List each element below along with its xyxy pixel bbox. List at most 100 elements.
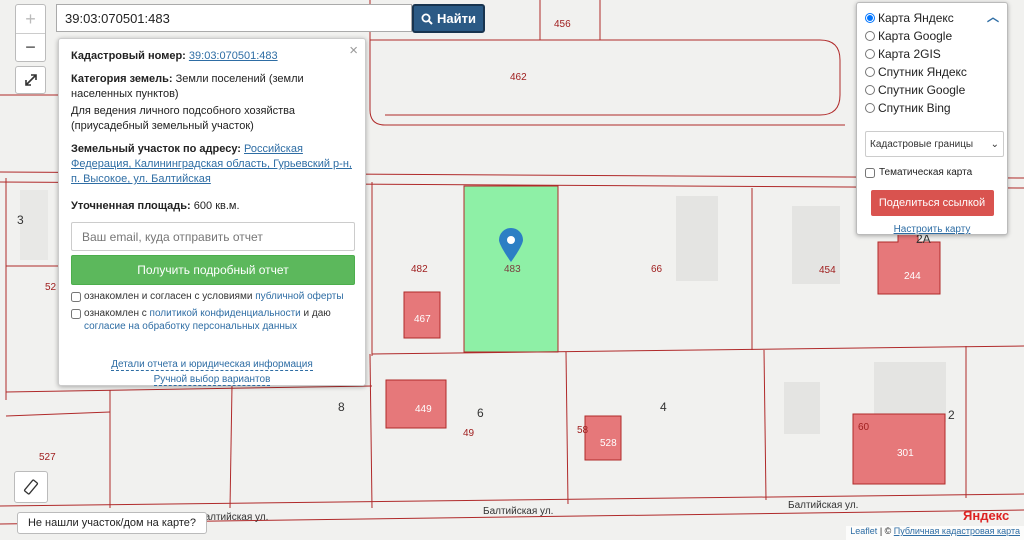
category-row: Категория земель: Земли поселений (земли…	[71, 72, 353, 102]
road-boundary	[370, 39, 841, 116]
area-label: Уточненная площадь:	[71, 200, 191, 212]
parcel-label: 58	[577, 425, 589, 436]
building-gray	[874, 362, 946, 422]
close-icon[interactable]: ×	[349, 43, 358, 58]
zoom-control: + −	[15, 4, 46, 62]
parcel-label: 462	[510, 72, 527, 83]
overlay-select-value: Кадастровые границы	[870, 138, 974, 150]
layer-option-label: Карта Яндекс	[878, 11, 954, 25]
layers-panel: ︿ Карта Яндекс Карта Google Карта 2GIS С…	[856, 2, 1008, 235]
layer-option-yandex-map[interactable]: Карта Яндекс	[865, 9, 999, 27]
privacy-agreement-text: ознакомлен с политикой конфиденциальност…	[84, 308, 331, 332]
parcel-line	[565, 351, 569, 505]
layer-option-google-map[interactable]: Карта Google	[865, 27, 999, 45]
manual-selection-link[interactable]: Ручной выбор вариантов	[153, 374, 271, 386]
building-label: 528	[600, 438, 617, 449]
cadastral-label: Кадастровый номер:	[71, 50, 186, 62]
overlay-select[interactable]: Кадастровые границы ⌄	[865, 131, 1004, 157]
house-number: 2	[948, 408, 955, 422]
usage-value: Для ведения личного подсобного хозяйства…	[71, 105, 295, 132]
layer-option-label: Спутник Google	[878, 83, 966, 97]
area-row: Уточненная площадь: 600 кв.м.	[71, 199, 353, 214]
street-label: Балтийская ул.	[788, 500, 859, 511]
chevron-up-icon[interactable]: ︿	[987, 8, 999, 25]
layer-radio[interactable]	[865, 49, 875, 59]
layer-radio[interactable]	[865, 103, 875, 113]
report-details-link[interactable]: Детали отчета и юридическая информация	[111, 359, 313, 371]
building-label: 467	[414, 314, 431, 325]
search-icon	[421, 13, 433, 25]
parcel-line	[369, 353, 373, 509]
share-link-button[interactable]: Поделиться ссылкой	[870, 190, 994, 216]
layer-option-yandex-satellite[interactable]: Спутник Яндекс	[865, 63, 999, 81]
privacy-agreement-checkbox[interactable]	[71, 309, 81, 319]
house-number: 8	[338, 400, 345, 414]
cadastral-search-input[interactable]	[56, 4, 412, 32]
layer-option-label: Спутник Яндекс	[878, 65, 967, 79]
privacy-policy-link[interactable]: политикой конфиденциальности	[150, 308, 301, 319]
parcel-label: 49	[463, 428, 475, 439]
layer-option-bing-satellite[interactable]: Спутник Bing	[865, 99, 999, 117]
offer-agreement-text: ознакомлен и согласен с условиями публич…	[84, 291, 344, 302]
parcel-label: 66	[651, 264, 663, 275]
parcel-info-panel: × Кадастровый номер: 39:03:070501:483 Ка…	[58, 38, 366, 386]
parcel-line	[5, 411, 111, 417]
privacy-agreement-row: ознакомлен с политикой конфиденциальност…	[71, 307, 353, 333]
zoom-out-button[interactable]: −	[16, 33, 45, 61]
layer-option-label: Карта 2GIS	[878, 47, 941, 61]
street-label: Балтийская ул.	[198, 512, 269, 523]
yandex-logo: Яндекс	[963, 508, 1010, 523]
not-found-button[interactable]: Не нашли участок/дом на карте?	[17, 512, 207, 534]
public-offer-link[interactable]: публичной оферты	[255, 291, 343, 302]
building-gray	[20, 190, 48, 260]
building-label: 301	[897, 448, 914, 459]
building-gray	[676, 196, 718, 281]
parcel-label: 456	[554, 19, 571, 30]
area-value: 600 кв.м.	[193, 200, 240, 212]
parcel-label: 60	[858, 422, 870, 433]
pkk-link[interactable]: Публичная кадастровая карта	[894, 526, 1020, 536]
measure-button[interactable]	[14, 471, 48, 503]
thematic-map-toggle[interactable]: Тематическая карта	[865, 167, 999, 178]
parcel-label: 482	[411, 264, 428, 275]
layer-radio[interactable]	[865, 85, 875, 95]
panel-footer: Детали отчета и юридическая информация Р…	[71, 357, 353, 387]
offer-agreement-row: ознакомлен и согласен с условиями публич…	[71, 290, 353, 303]
email-input[interactable]	[71, 222, 355, 251]
thematic-map-label: Тематическая карта	[879, 167, 973, 178]
building-registered[interactable]	[877, 225, 941, 295]
layer-radio[interactable]	[865, 13, 875, 23]
address-label: Земельный участок по адресу:	[71, 143, 241, 155]
layer-option-label: Спутник Bing	[878, 101, 951, 115]
fullscreen-button[interactable]	[15, 66, 46, 94]
cadastral-number-link[interactable]: 39:03:070501:483	[189, 50, 278, 62]
layer-option-google-satellite[interactable]: Спутник Google	[865, 81, 999, 99]
consent-link[interactable]: согласие на обработку персональных данны…	[84, 321, 297, 332]
parcel-line	[229, 385, 233, 509]
configure-map-link[interactable]: Настроить карту	[894, 224, 971, 235]
layer-radio[interactable]	[865, 31, 875, 41]
parcel-label: 483	[504, 264, 521, 275]
layer-radio[interactable]	[865, 67, 875, 77]
house-number: 4	[660, 400, 667, 414]
building-label: 449	[415, 404, 432, 415]
get-report-button[interactable]: Получить подробный отчет	[71, 255, 355, 285]
parcel-label: 454	[819, 265, 836, 276]
zoom-in-button[interactable]: +	[16, 5, 45, 33]
house-number: 6	[477, 406, 484, 420]
parcel-label: 527	[39, 452, 56, 463]
offer-agreement-checkbox[interactable]	[71, 292, 81, 302]
expand-icon	[24, 74, 37, 86]
ruler-icon	[23, 479, 39, 495]
cadastral-number-row: Кадастровый номер: 39:03:070501:483	[71, 49, 353, 64]
building-gray	[784, 382, 820, 434]
chevron-down-icon: ⌄	[990, 138, 999, 150]
thematic-map-checkbox[interactable]	[865, 167, 875, 178]
layer-option-2gis-map[interactable]: Карта 2GIS	[865, 45, 999, 63]
leaflet-link[interactable]: Leaflet	[850, 526, 877, 536]
category-label: Категория земель:	[71, 73, 173, 85]
search-button-label: Найти	[437, 11, 476, 26]
parcel-line	[763, 349, 767, 501]
parcel-label: 52	[45, 282, 57, 293]
search-button[interactable]: Найти	[412, 4, 485, 33]
